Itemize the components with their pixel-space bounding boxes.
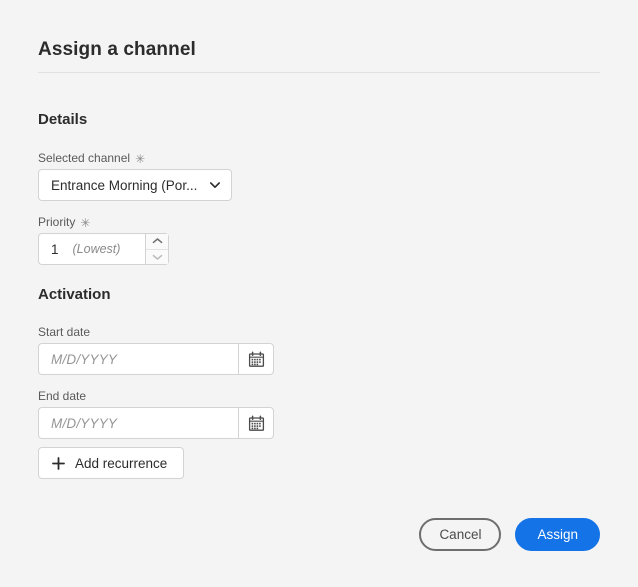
cancel-button[interactable]: Cancel [419,518,502,551]
label-priority: Priority ✳ [38,214,90,231]
assign-channel-dialog: Assign a channel Details Selected channe… [0,0,638,587]
page-title: Assign a channel [38,39,196,60]
end-date-input[interactable]: M/D/YYYY [38,407,238,439]
selected-channel-value: Entrance Morning (Por... [51,177,198,193]
start-date-input[interactable]: M/D/YYYY [38,343,238,375]
calendar-icon [248,351,265,368]
required-asterisk-icon: ✳ [135,152,146,166]
required-asterisk-icon: ✳ [80,216,91,230]
start-date-field[interactable]: M/D/YYYY [38,343,274,375]
label-selected-channel: Selected channel ✳ [38,150,145,167]
add-recurrence-label: Add recurrence [75,455,168,471]
section-heading-activation: Activation [38,286,111,303]
priority-stepper-buttons [145,233,169,265]
selected-channel-picker[interactable]: Entrance Morning (Por... [38,169,232,201]
priority-input[interactable]: 1 (Lowest) [38,233,145,265]
label-priority-text: Priority [38,215,76,229]
section-heading-details: Details [38,111,88,128]
chevron-down-icon [152,253,163,261]
start-date-placeholder: M/D/YYYY [51,351,118,367]
label-start-date: Start date [38,325,91,339]
dialog-footer: Cancel Assign [419,518,600,551]
priority-stepper[interactable]: 1 (Lowest) [38,233,169,265]
plus-icon [52,456,65,470]
chevron-up-icon [152,237,163,245]
priority-decrement-button[interactable] [146,249,168,264]
chevron-down-icon [209,179,221,191]
end-date-placeholder: M/D/YYYY [51,415,118,431]
label-selected-channel-text: Selected channel [38,151,131,165]
end-date-calendar-button[interactable] [238,407,274,439]
title-divider [38,72,600,73]
assign-button[interactable]: Assign [515,518,600,551]
start-date-calendar-button[interactable] [238,343,274,375]
priority-value: 1 [51,241,59,257]
priority-increment-button[interactable] [146,234,168,250]
label-end-date: End date [38,389,87,403]
priority-hint: (Lowest) [72,242,121,256]
end-date-field[interactable]: M/D/YYYY [38,407,274,439]
calendar-icon [248,415,265,432]
add-recurrence-button[interactable]: Add recurrence [38,447,185,479]
